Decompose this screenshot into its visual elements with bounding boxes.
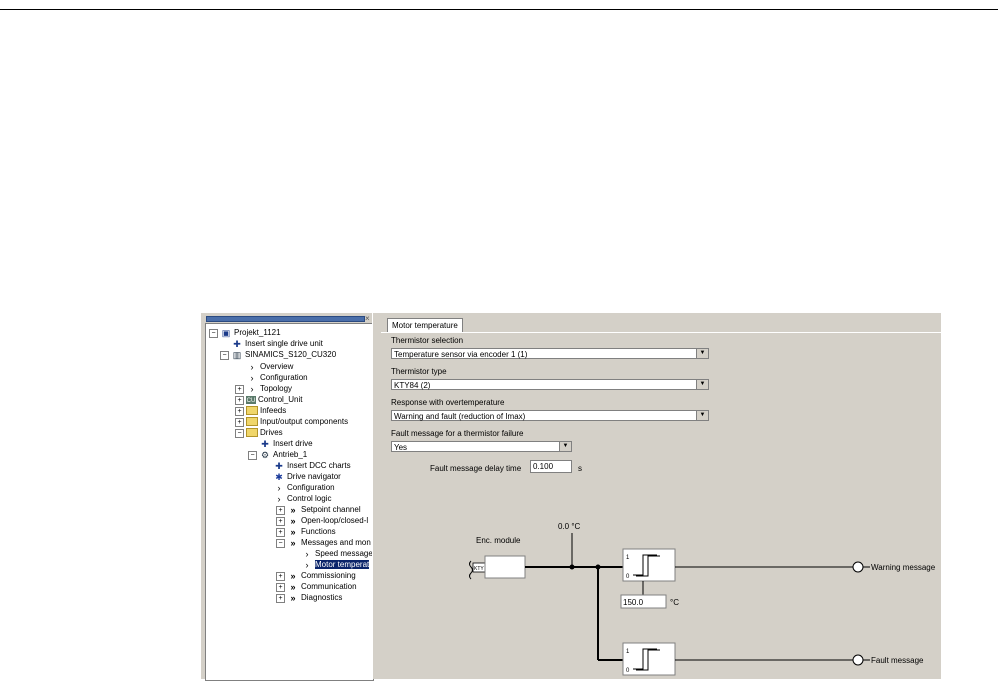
expand-icon[interactable]: + — [235, 407, 244, 416]
project-tree[interactable]: − ▣ Projekt_1121 ✚ Insert single drive uni… — [205, 323, 374, 681]
insert-icon: ✚ — [275, 460, 283, 471]
folder-icon — [246, 406, 258, 416]
arrow-icon: › — [277, 493, 281, 504]
drive-unit-icon: ▥ — [232, 349, 242, 360]
tree-item-overview[interactable]: › Overview — [246, 361, 294, 372]
double-arrow-icon: » — [290, 570, 296, 581]
collapse-icon[interactable]: − — [276, 539, 285, 548]
expand-icon[interactable]: + — [235, 385, 244, 394]
tree-item-control-unit[interactable]: + CU Control_Unit — [235, 394, 302, 405]
motor-temperature-panel: Motor temperature Thermistor selection T… — [381, 313, 941, 679]
expand-icon[interactable]: + — [235, 396, 244, 405]
threshold-unit: °C — [670, 598, 679, 607]
monitoring-block-diagram: 0.0 °C Enc. module KTY 1 0 150.0 °C Warn… — [469, 522, 936, 676]
expand-icon[interactable]: + — [276, 583, 285, 592]
arrow-icon: › — [250, 361, 254, 372]
tree-item-infeeds[interactable]: + Infeeds — [235, 405, 286, 416]
double-arrow-icon: » — [290, 515, 296, 526]
arrow-icon: › — [250, 372, 254, 383]
tree-item-project[interactable]: − ▣ Projekt_1121 — [209, 327, 281, 338]
expand-icon[interactable]: + — [276, 517, 285, 526]
tree-item-sinamics[interactable]: − ▥ SINAMICS_S120_CU320 — [220, 349, 336, 360]
folder-icon — [246, 417, 258, 427]
tree-item-messages[interactable]: − » Messages and mon — [276, 537, 371, 548]
drive-icon: ⚙ — [260, 449, 270, 460]
tree-item-topology[interactable]: + › Topology — [235, 383, 292, 394]
double-arrow-icon: » — [290, 504, 296, 515]
double-arrow-icon: » — [290, 526, 296, 537]
tree-item-insert-drive[interactable]: ✚ Insert drive — [259, 438, 312, 449]
arrow-icon: › — [277, 482, 281, 493]
expand-icon[interactable]: + — [276, 594, 285, 603]
warning-message-label: Warning message — [871, 563, 936, 572]
tree-item-functions[interactable]: + » Functions — [276, 526, 336, 537]
arrow-icon: › — [305, 559, 309, 570]
temperature-readout: 0.0 °C — [558, 522, 581, 531]
kty-sensor-icon: KTY — [469, 560, 486, 580]
expand-icon[interactable]: + — [276, 528, 285, 537]
junction-dot — [569, 564, 575, 570]
enc-module-label: Enc. module — [476, 536, 521, 545]
double-arrow-icon: » — [290, 592, 296, 603]
tree-item-speed-message[interactable]: › Speed message — [301, 548, 373, 559]
project-icon: ▣ — [221, 327, 231, 338]
arrow-icon: › — [250, 383, 254, 394]
tree-item-control-logic[interactable]: › Control logic — [273, 493, 332, 504]
tree-item-commissioning[interactable]: + » Commissioning — [276, 570, 356, 581]
collapse-icon[interactable]: − — [209, 329, 218, 338]
enc-module-block — [484, 555, 526, 579]
tree-item-motor-temperature[interactable]: › Motor temperat — [301, 559, 370, 570]
expand-icon[interactable]: + — [276, 572, 285, 581]
fault-threshold-block: 1 0 — [622, 642, 676, 676]
tree-item-drive-configuration[interactable]: › Configuration — [273, 482, 335, 493]
collapse-icon[interactable]: − — [248, 451, 257, 460]
close-icon[interactable]: × — [365, 314, 370, 323]
tree-item-io-components[interactable]: + Input/output components — [235, 416, 348, 427]
expand-icon[interactable]: + — [276, 506, 285, 515]
tree-item-open-loop[interactable]: + » Open-loop/closed-l — [276, 515, 368, 526]
tree-item-insert-single-drive-unit[interactable]: ✚ Insert single drive unit — [231, 338, 323, 349]
navigator-titlebar — [206, 316, 365, 322]
threshold-value: 150.0 — [623, 598, 644, 607]
navigator-icon: ✱ — [275, 471, 283, 482]
project-navigator: × − ▣ Projekt_1121 ✚ Insert single drive u… — [201, 313, 374, 681]
tree-item-configuration[interactable]: › Configuration — [246, 372, 308, 383]
arrow-icon: › — [305, 548, 309, 559]
tree-item-antrieb[interactable]: − ⚙ Antrieb_1 — [248, 449, 307, 460]
expand-icon[interactable]: + — [235, 418, 244, 427]
folder-icon — [246, 428, 258, 438]
kty-label: KTY — [474, 566, 484, 572]
tree-item-insert-dcc[interactable]: ✚ Insert DCC charts — [273, 460, 350, 471]
tree-item-diagnostics[interactable]: + » Diagnostics — [276, 592, 342, 603]
tree-item-communication[interactable]: + » Communication — [276, 581, 357, 592]
tree-item-drive-navigator[interactable]: ✱ Drive navigator — [273, 471, 341, 482]
insert-icon: ✚ — [261, 438, 269, 449]
double-arrow-icon: » — [290, 537, 296, 548]
tree-item-drives[interactable]: − Drives — [235, 427, 283, 438]
insert-icon: ✚ — [233, 338, 241, 349]
app-window: × − ▣ Projekt_1121 ✚ Insert single drive u… — [201, 313, 941, 681]
double-arrow-icon: » — [290, 581, 296, 592]
warning-output-connector — [852, 561, 864, 573]
selected-label: Motor temperat — [315, 560, 370, 569]
tree-item-setpoint-channel[interactable]: + » Setpoint channel — [276, 504, 361, 515]
fault-output-connector — [852, 654, 864, 666]
fault-message-label: Fault message — [871, 656, 924, 665]
control-unit-icon: CU — [246, 395, 256, 404]
top-rule — [0, 9, 998, 10]
warning-threshold-block: 1 0 — [622, 548, 676, 582]
collapse-icon[interactable]: − — [220, 351, 229, 360]
collapse-icon[interactable]: − — [235, 429, 244, 438]
